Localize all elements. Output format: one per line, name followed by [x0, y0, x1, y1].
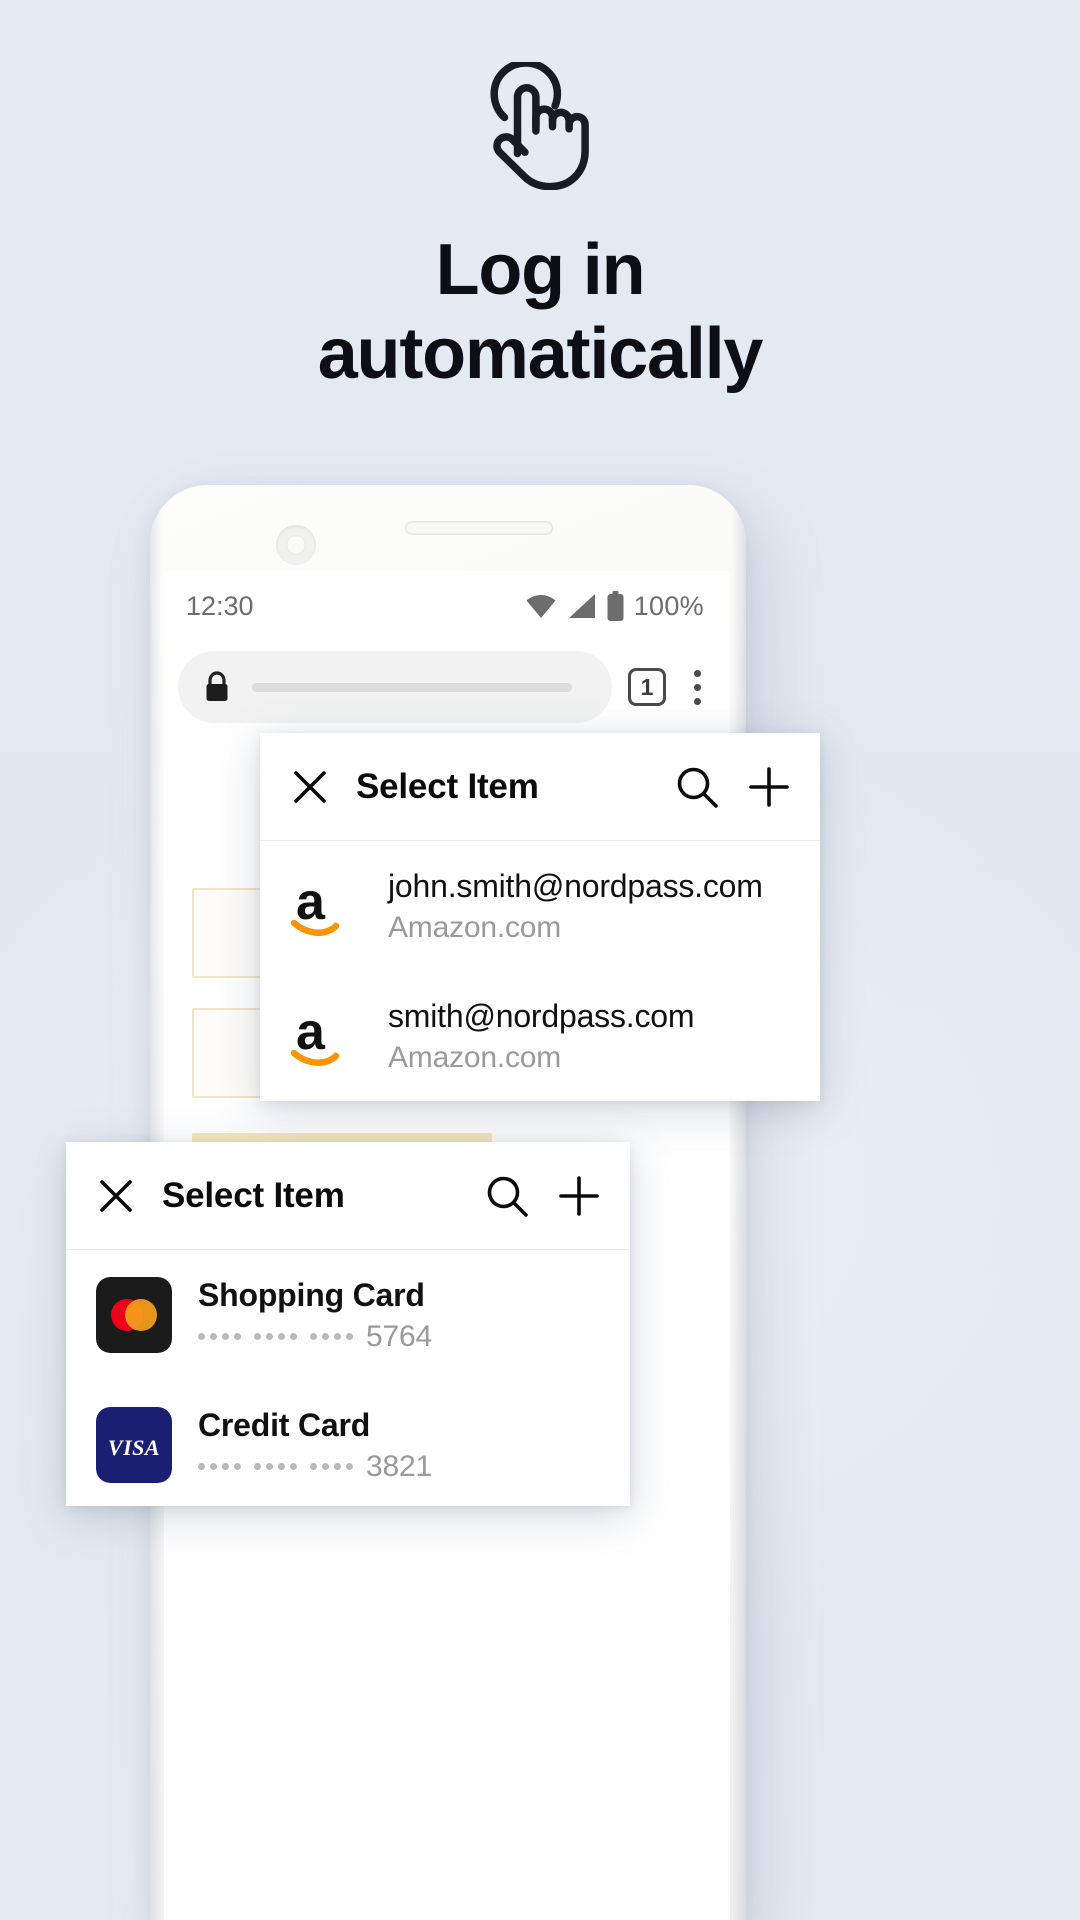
- select-item-logins-popup: Select Item a john.smith@nordpass.com Am…: [260, 733, 820, 1101]
- mastercard-logo-icon: [96, 1277, 172, 1353]
- browser-toolbar: 1: [164, 641, 730, 733]
- popup-header-actions: [484, 1173, 602, 1219]
- list-item-subtitle: 3821: [198, 1450, 432, 1484]
- cards-list: Shopping Card 5764 VISA Credit Card 3821: [66, 1250, 630, 1510]
- battery-percent-label: 100%: [633, 590, 704, 621]
- list-item[interactable]: a smith@nordpass.com Amazon.com: [260, 971, 820, 1101]
- masked-digits-icon: [310, 1333, 353, 1340]
- status-bar-indicators: 100%: [525, 591, 704, 622]
- popup-title: Select Item: [356, 766, 539, 806]
- list-item[interactable]: a john.smith@nordpass.com Amazon.com: [260, 841, 820, 971]
- promo-screen: Log in automatically 12:30 100% 1 Select…: [0, 0, 1080, 1920]
- search-icon[interactable]: [484, 1173, 530, 1219]
- address-bar-text: [252, 682, 572, 692]
- earpiece-speaker: [405, 521, 553, 535]
- list-item-texts: john.smith@nordpass.com Amazon.com: [388, 868, 763, 945]
- front-camera-icon: [276, 525, 316, 565]
- visa-logo-icon: VISA: [96, 1407, 172, 1483]
- tap-hand-icon: [490, 62, 589, 190]
- masked-digits-icon: [198, 1463, 241, 1470]
- lock-icon: [206, 671, 228, 701]
- status-bar-time: 12:30: [186, 590, 254, 621]
- masked-digits-icon: [254, 1463, 297, 1470]
- popup-title: Select Item: [162, 1175, 345, 1215]
- list-item[interactable]: VISA Credit Card 3821: [66, 1380, 630, 1510]
- svg-text:a: a: [296, 873, 326, 931]
- list-item-texts: Shopping Card 5764: [198, 1277, 432, 1354]
- amazon-logo-icon: a: [290, 1003, 340, 1066]
- list-item-title: Credit Card: [198, 1406, 371, 1443]
- select-item-cards-popup: Select Item Shopping Card 5764 VISA Cred…: [66, 1142, 630, 1506]
- search-icon[interactable]: [674, 764, 720, 810]
- popup-header: Select Item: [260, 733, 820, 841]
- status-bar: 12:30 100%: [164, 571, 730, 641]
- amazon-logo-icon: a: [290, 873, 340, 936]
- masked-digits-icon: [310, 1463, 353, 1470]
- list-item-title: Shopping Card: [198, 1276, 425, 1313]
- tab-counter-button[interactable]: 1: [628, 668, 666, 706]
- kebab-dot: [693, 669, 701, 677]
- kebab-menu-icon[interactable]: [682, 669, 712, 705]
- list-item-texts: Credit Card 3821: [198, 1407, 432, 1484]
- list-item-texts: smith@nordpass.com Amazon.com: [388, 997, 695, 1075]
- logins-list: a john.smith@nordpass.com Amazon.com a s…: [260, 841, 820, 1101]
- page-title: Log in automatically: [0, 228, 1080, 396]
- page-title-line2: automatically: [317, 314, 764, 394]
- masked-digits-icon: [254, 1333, 297, 1340]
- card-last4: 5764: [366, 1319, 432, 1353]
- plus-icon[interactable]: [556, 1173, 602, 1219]
- wifi-icon: [526, 595, 556, 618]
- address-bar[interactable]: [178, 651, 612, 723]
- close-icon[interactable]: [96, 1176, 136, 1216]
- list-item-subtitle: Amazon.com: [388, 910, 562, 944]
- close-icon[interactable]: [290, 767, 330, 807]
- plus-icon[interactable]: [746, 764, 792, 810]
- svg-text:VISA: VISA: [108, 1435, 160, 1460]
- cellular-signal-icon: [568, 594, 595, 618]
- tab-counter-label: 1: [640, 673, 654, 700]
- popup-header-actions: [674, 764, 792, 810]
- list-item[interactable]: Shopping Card 5764: [66, 1250, 630, 1380]
- card-last4: 3821: [366, 1449, 432, 1483]
- page-title-line1: Log in: [435, 230, 646, 310]
- phone-bezel-right: [732, 485, 746, 1920]
- svg-text:a: a: [296, 1003, 326, 1061]
- masked-digits-icon: [198, 1333, 241, 1340]
- list-item-subtitle: 5764: [198, 1320, 432, 1354]
- kebab-dot: [693, 683, 701, 691]
- battery-full-icon: [607, 591, 624, 621]
- list-item-subtitle: Amazon.com: [388, 1040, 562, 1074]
- list-item-title: john.smith@nordpass.com: [388, 867, 763, 904]
- popup-header: Select Item: [66, 1142, 630, 1250]
- kebab-dot: [693, 697, 701, 705]
- list-item-title: smith@nordpass.com: [388, 997, 695, 1034]
